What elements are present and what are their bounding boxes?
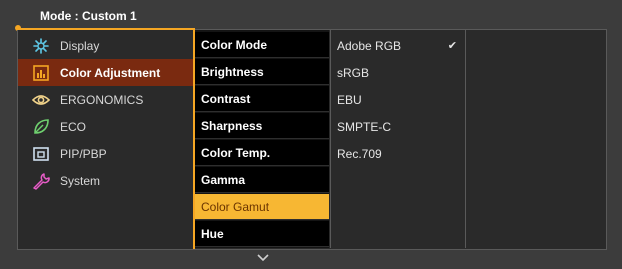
option-label: SMPTE-C [337, 119, 391, 134]
sub-item-contrast[interactable]: Contrast [195, 86, 329, 112]
main-menu: Display Color Adjustment ERGONOMICS ECO … [18, 30, 194, 248]
option-rec709[interactable]: Rec.709 [331, 140, 465, 167]
menu-item-system[interactable]: System [18, 167, 194, 194]
menu-item-eco[interactable]: ECO [18, 113, 194, 140]
chevron-down-icon[interactable] [255, 251, 271, 263]
menu-item-label: Color Adjustment [60, 65, 161, 80]
option-smpte-c[interactable]: SMPTE-C [331, 113, 465, 140]
menu-item-pip-pbp[interactable]: PIP/PBP [18, 140, 194, 167]
pip-icon [32, 145, 50, 163]
sub-item-color-mode[interactable]: Color Mode [195, 32, 329, 58]
sub-item-gamma[interactable]: Gamma [195, 167, 329, 193]
option-adobe-rgb[interactable]: Adobe RGB ✔ [331, 32, 465, 59]
option-label: Rec.709 [337, 146, 382, 161]
sub-item-sharpness[interactable]: Sharpness [195, 113, 329, 139]
options-list: Adobe RGB ✔ sRGB EBU SMPTE-C Rec.709 [331, 30, 465, 248]
wrench-icon [32, 172, 50, 190]
menu-item-color-adjustment[interactable]: Color Adjustment [18, 59, 194, 86]
leaf-icon [32, 118, 50, 136]
sub-menu: Color Mode Brightness Contrast Sharpness… [195, 30, 329, 248]
checkmark-icon: ✔ [447, 40, 457, 52]
sub-item-color-gamut[interactable]: Color Gamut [195, 194, 329, 220]
sub-item-brightness[interactable]: Brightness [195, 59, 329, 85]
sub-item-hue[interactable]: Hue [195, 221, 329, 247]
option-label: Adobe RGB [337, 38, 402, 53]
option-label: sRGB [337, 65, 370, 80]
eye-icon [32, 91, 50, 109]
mode-title: Mode : Custom 1 [40, 9, 137, 23]
menu-item-ergonomics[interactable]: ERGONOMICS [18, 86, 194, 113]
menu-item-display[interactable]: Display [18, 32, 194, 59]
menu-item-label: System [60, 173, 101, 188]
menu-item-label: ERGONOMICS [60, 92, 144, 107]
menu-item-label: PIP/PBP [60, 146, 107, 161]
sub-item-color-temp[interactable]: Color Temp. [195, 140, 329, 166]
option-label: EBU [337, 92, 362, 107]
option-ebu[interactable]: EBU [331, 86, 465, 113]
color-adjustment-icon [32, 64, 50, 82]
menu-item-label: Display [60, 38, 100, 53]
option-srgb[interactable]: sRGB [331, 59, 465, 86]
menu-item-label: ECO [60, 119, 87, 134]
detail-panel [466, 30, 604, 248]
display-icon [32, 37, 50, 55]
